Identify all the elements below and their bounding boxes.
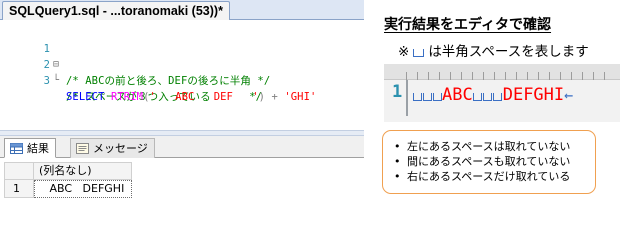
message-icon <box>76 143 89 154</box>
comment-text: /* ABCの前と後ろ、DEFの後ろに半角 */ <box>66 75 271 87</box>
row-number[interactable]: 1 <box>4 180 34 198</box>
space-legend-note: ※ は半角スペースを表します <box>398 40 589 60</box>
editor-zoom-view: 1 ABC DEFGHI← <box>384 64 620 122</box>
sql-keyword-select: SELECT <box>66 91 105 103</box>
editor-line-1: 1 ⊟ /* ABCの前と後ろ、DEFの後ろに半角 */ <box>0 25 364 87</box>
tab-messages[interactable]: メッセージ <box>70 138 155 158</box>
sql-operator-plus: + <box>271 91 278 103</box>
tab-results-label: 結果 <box>27 142 49 155</box>
results-tab-strip: 結果 メッセージ <box>0 136 364 158</box>
grid-header-row: (列名なし) <box>0 162 132 180</box>
sql-function-rtrim: RTRIM <box>110 91 144 103</box>
space-marker-icon <box>493 93 503 101</box>
panel-title: 実行結果をエディタで確認 <box>384 17 552 33</box>
sql-paren-close: ) <box>258 91 266 103</box>
results-grid: (列名なし) 1 ABC DEFGHI <box>0 158 364 224</box>
summary-box: 左にあるスペースは取れていない 間にあるスペースも取れていない 右にあるスペース… <box>382 130 596 194</box>
space-marker-icon <box>432 93 442 101</box>
column-header[interactable]: (列名なし) <box>34 162 132 180</box>
zoom-text-abc: ABC <box>442 85 473 105</box>
sql-string-literal: ' ABC DEF ' <box>149 91 259 103</box>
space-marker-icon <box>483 93 493 101</box>
note-text: は半角スペースを表します <box>428 44 589 60</box>
editor-ruler <box>384 64 620 80</box>
document-tab-strip: SQLQuery1.sql - ...toranomaki (53))* <box>0 0 364 20</box>
grid-select-all-corner[interactable] <box>4 162 34 180</box>
space-marker-icon <box>422 93 432 101</box>
space-marker-icon <box>412 93 422 101</box>
fold-end-marker-icon: └ <box>53 75 60 86</box>
list-item: 間にあるスペースも取れていない <box>393 154 595 169</box>
result-cell[interactable]: ABC DEFGHI <box>34 180 132 198</box>
sql-statement: SELECT RTRIM(' ABC DEF ') + 'GHI' <box>66 89 316 105</box>
half-width-space-marker-icon <box>413 49 425 57</box>
document-tab-sqlquery1[interactable]: SQLQuery1.sql - ...toranomaki (53))* <box>2 1 230 20</box>
sql-string-literal-ghi: 'GHI' <box>284 91 317 103</box>
line-number: 3 <box>43 75 50 87</box>
editor-line-3: 3 SELECT RTRIM(' ABC DEF ') + 'GHI' <box>0 57 364 103</box>
summary-list: 左にあるスペースは取れていない 間にあるスペースも取れていない 右にあるスペース… <box>393 139 595 184</box>
space-marker-icon <box>473 93 483 101</box>
editor-line-2: 2 └ /* スペースが３つ入っている */ <box>0 41 364 103</box>
list-item: 右にあるスペースだけ取れている <box>393 169 595 184</box>
note-prefix: ※ <box>398 44 410 60</box>
zoom-line-number: 1 <box>392 82 403 102</box>
ssms-window: SQLQuery1.sql - ...toranomaki (53))* 1 ⊟… <box>0 0 364 224</box>
tab-results[interactable]: 結果 <box>4 138 56 158</box>
zoom-text-defghi: DEFGHI <box>502 85 565 105</box>
line-end-arrow-icon: ← <box>564 86 574 104</box>
grid-icon <box>10 143 23 154</box>
zoom-margin-bar <box>406 80 408 116</box>
zoom-result-text: ABC DEFGHI← <box>412 79 573 111</box>
query-editor[interactable]: 1 ⊟ /* ABCの前と後ろ、DEFの後ろに半角 */ 2 └ /* スペース… <box>0 20 364 130</box>
tab-messages-label: メッセージ <box>93 142 148 155</box>
table-row: 1 ABC DEFGHI <box>0 180 132 198</box>
list-item: 左にあるスペースは取れていない <box>393 139 595 154</box>
